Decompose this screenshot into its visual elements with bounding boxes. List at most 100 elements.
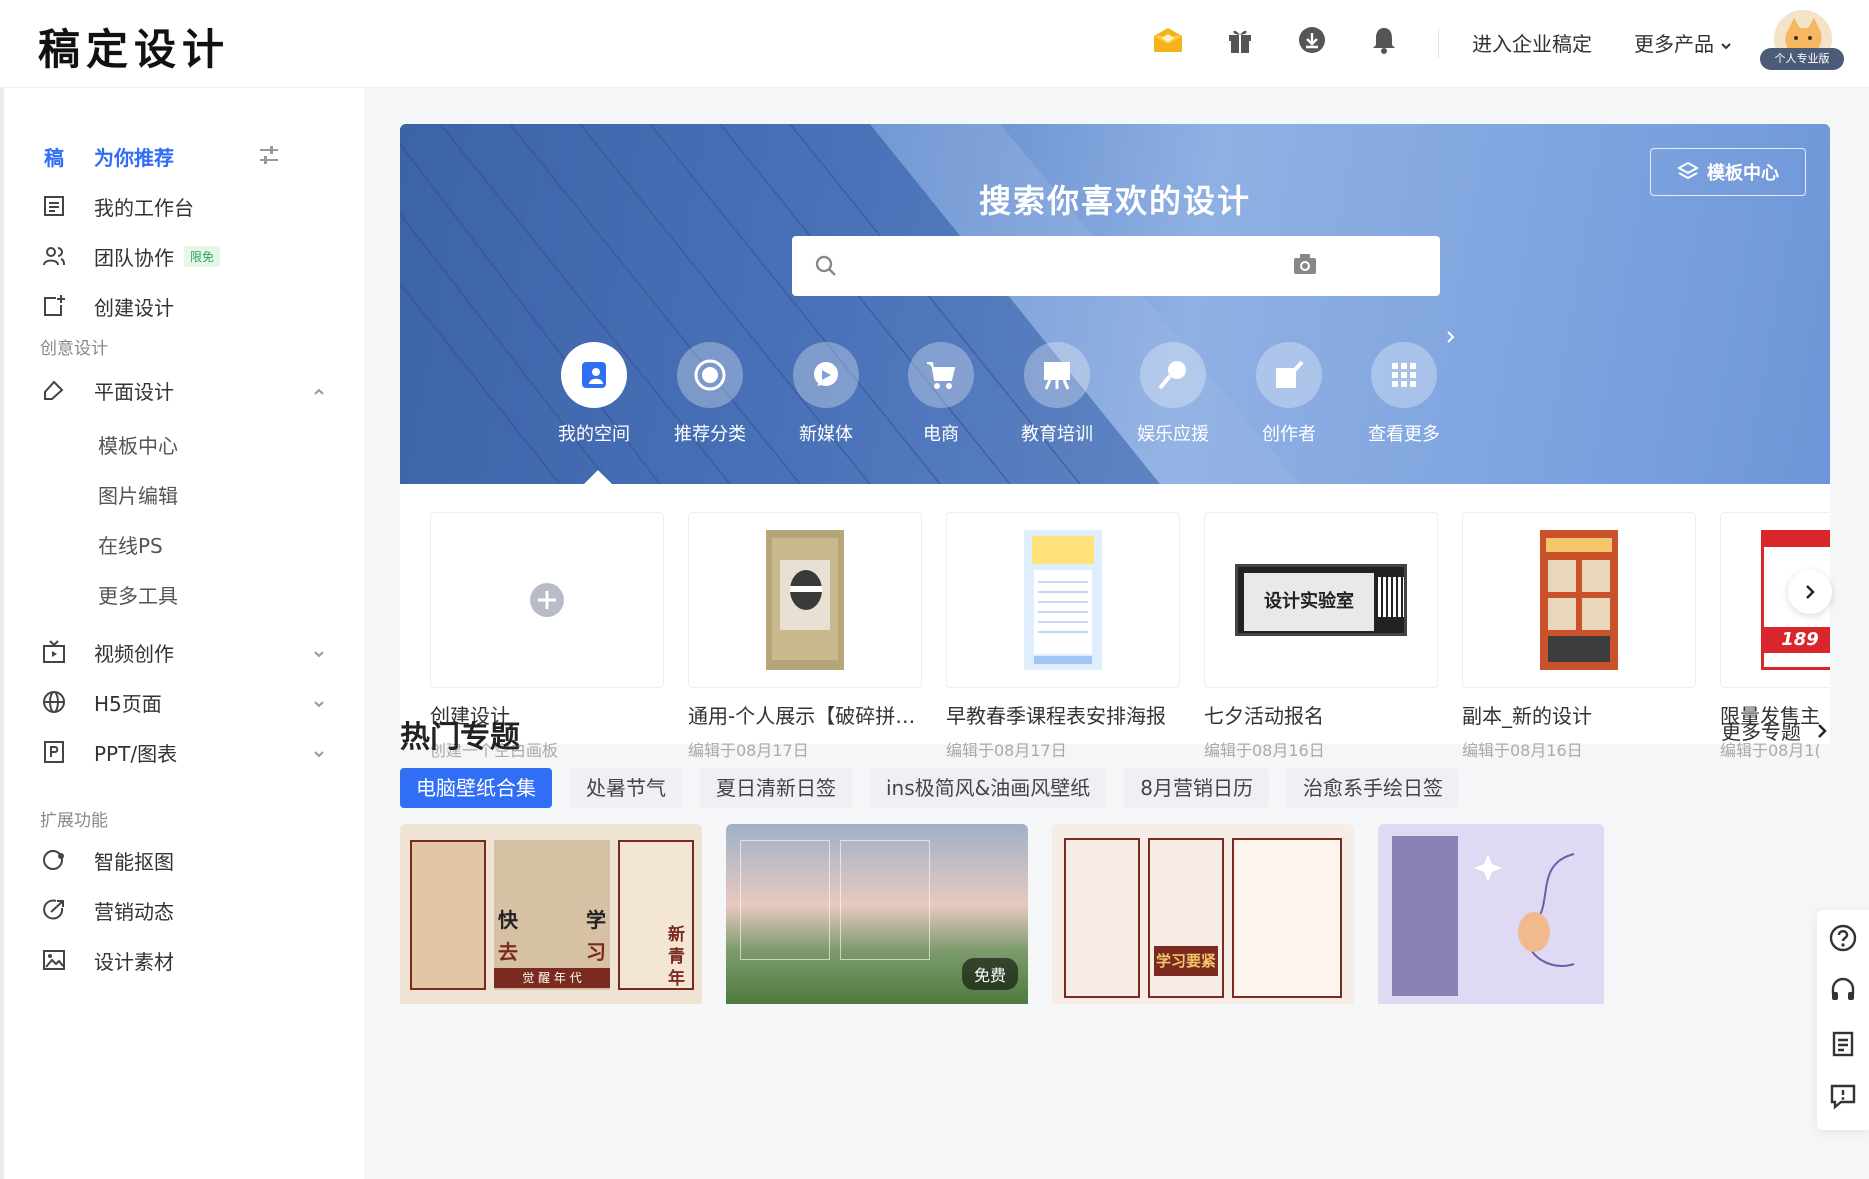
sidebar-item-graphic[interactable]: 平面设计 [40,370,174,410]
bell-icon[interactable] [1366,22,1402,58]
sidebar-item-cutout[interactable]: 智能抠图 [40,840,174,880]
free-badge: 免费 [962,958,1019,990]
design-card[interactable]: 副本_新的设计 编辑于08月16日 [1462,512,1696,761]
lab-text: 设计实验室 [1244,573,1374,631]
banner-title: 搜索你喜欢的设计 [978,182,1251,220]
poster-panel: 学习要紧 [1148,838,1224,998]
sidebar-item-h5[interactable]: H5页面 [40,682,162,722]
headset-icon[interactable] [1829,976,1857,1004]
tab-calendar[interactable]: 8月营销日历 [1124,768,1269,808]
pen-icon [40,376,68,404]
chevron-right-icon[interactable] [1444,329,1458,349]
sidebar-item-label: 营销动态 [94,899,174,924]
board-icon [1024,342,1090,408]
sub-item-online-ps[interactable]: 在线PS [98,530,163,559]
chevron-down-icon[interactable] [312,646,326,660]
more-products-dropdown[interactable]: 更多产品 [1634,28,1732,57]
sidebar-item-create[interactable]: 创建设计 [40,286,174,326]
top-header: 稿定设计 进入企业稿定 更多产品 个人专业版 [0,0,1869,88]
more-topics-label: 更多专题 [1721,720,1801,744]
category-view-more[interactable]: 查看更多 [1354,342,1454,446]
tab-summer[interactable]: 夏日清新日签 [700,768,852,808]
vip-crown-icon[interactable] [1150,22,1186,58]
category-entertainment[interactable]: 娱乐应援 [1123,342,1223,446]
more-products-label: 更多产品 [1634,32,1714,56]
topic-poster[interactable]: 免费 [726,824,1028,1004]
chevron-down-icon[interactable] [312,696,326,710]
tab-ins[interactable]: ins极简风&油画风壁纸 [870,768,1107,808]
feedback-icon[interactable] [1829,1082,1857,1110]
design-card[interactable]: 早教春季课程表安排海报 编辑于08月17日 [946,512,1180,761]
poster-char: 习 [586,940,606,964]
cart-icon [908,342,974,408]
sidebar-item-ppt[interactable]: PPT/图表 [40,732,177,772]
sub-item-template-center[interactable]: 模板中心 [98,430,178,459]
create-thumb [430,512,664,688]
sub-item-more-tools[interactable]: 更多工具 [98,580,178,609]
topic-poster[interactable]: 学习要紧 [1052,824,1354,1004]
gift-icon[interactable] [1222,22,1258,58]
download-icon[interactable] [1294,22,1330,58]
document-icon[interactable] [1829,1030,1857,1058]
search-input[interactable] [792,236,1440,296]
design-thumbnail [688,512,922,688]
sidebar-item-label: 我的工作台 [94,195,194,220]
app-logo[interactable]: 稿定设计 [38,16,230,77]
category-education[interactable]: 教育培训 [1007,342,1107,446]
poster-char: 青 [668,947,685,967]
chevron-up-icon[interactable] [312,384,326,398]
carousel-next-button[interactable] [1788,570,1832,614]
chevron-right-icon [1806,585,1815,599]
sub-item-image-edit[interactable]: 图片编辑 [98,480,178,509]
more-topics-link[interactable]: 更多专题 [1721,716,1829,745]
microphone-icon [1140,342,1206,408]
tab-wallpaper[interactable]: 电脑壁纸合集 [400,768,552,808]
tab-handdrawn[interactable]: 治愈系手绘日签 [1286,768,1459,808]
topic-poster[interactable]: 去 习 快 学 觉 醒 年 代 新青年 [400,824,702,1004]
add-canvas-icon [40,292,68,320]
sidebar-item-material[interactable]: 设计素材 [40,940,174,980]
pro-plan-badge[interactable]: 个人专业版 [1760,48,1844,70]
template-center-button[interactable]: 模板中心 [1650,148,1806,196]
category-ecommerce[interactable]: 电商 [891,342,991,446]
category-label: 教育培训 [1021,424,1093,445]
sidebar: 稿 为你推荐 我的工作台 团队协作 限免 创建设计 创意设计 平面设计 模板中心… [4,88,364,1179]
category-label: 创作者 [1262,424,1316,445]
sidebar-item-marketing[interactable]: 营销动态 [40,890,174,930]
enterprise-link[interactable]: 进入企业稿定 [1472,28,1592,57]
template-center-label: 模板中心 [1707,163,1779,184]
sidebar-item-workspace[interactable]: 我的工作台 [40,186,194,226]
sidebar-item-recommend[interactable]: 稿 为你推荐 [40,136,174,176]
card-subtitle: 编辑于08月16日 [1462,741,1583,760]
image-icon [40,946,68,974]
category-creator[interactable]: 创作者 [1239,342,1339,446]
line-art-face [1474,853,1575,967]
category-recommended[interactable]: 推荐分类 [660,342,760,446]
category-my-space[interactable]: 我的空间 [544,342,644,446]
sidebar-item-video[interactable]: 视频创作 [40,632,174,672]
camera-icon[interactable] [1292,252,1318,276]
design-card[interactable]: 通用-个人展示【破碎拼… 编辑于08月17日 [688,512,922,761]
design-card[interactable]: 设计实验室 七夕活动报名 编辑于08月16日 [1204,512,1438,761]
sliders-icon[interactable] [258,144,280,170]
tab-chushu[interactable]: 处暑节气 [570,768,682,808]
topic-tabs: 电脑壁纸合集 处暑节气 夏日清新日签 ins极简风&油画风壁纸 8月营销日历 治… [400,768,1459,808]
card-subtitle: 编辑于08月16日 [1204,741,1325,760]
chevron-down-icon[interactable] [312,746,326,760]
group-label-extend: 扩展功能 [40,811,108,831]
category-new-media[interactable]: 新媒体 [776,342,876,446]
sidebar-item-team[interactable]: 团队协作 限免 [40,236,221,276]
poster-frame [840,840,930,960]
ppt-icon [40,738,68,766]
sidebar-item-label: 平面设计 [94,379,174,404]
sidebar-item-label: 创建设计 [94,295,174,320]
card-title: 通用-个人展示【破碎拼… [688,704,916,728]
poster-caption: 学习要紧 [1154,946,1218,976]
folder-user-icon [561,342,627,408]
poster-text-row: 去 习 [498,936,606,964]
sidebar-item-label: 视频创作 [94,641,174,666]
document-icon [40,192,68,220]
help-icon[interactable] [1829,924,1857,952]
topic-poster[interactable] [1378,824,1604,1004]
recent-designs: 创建设计 创建一个空白画板 通用-个人展示【破碎拼… 编辑于08月17日 早教春… [400,484,1832,760]
